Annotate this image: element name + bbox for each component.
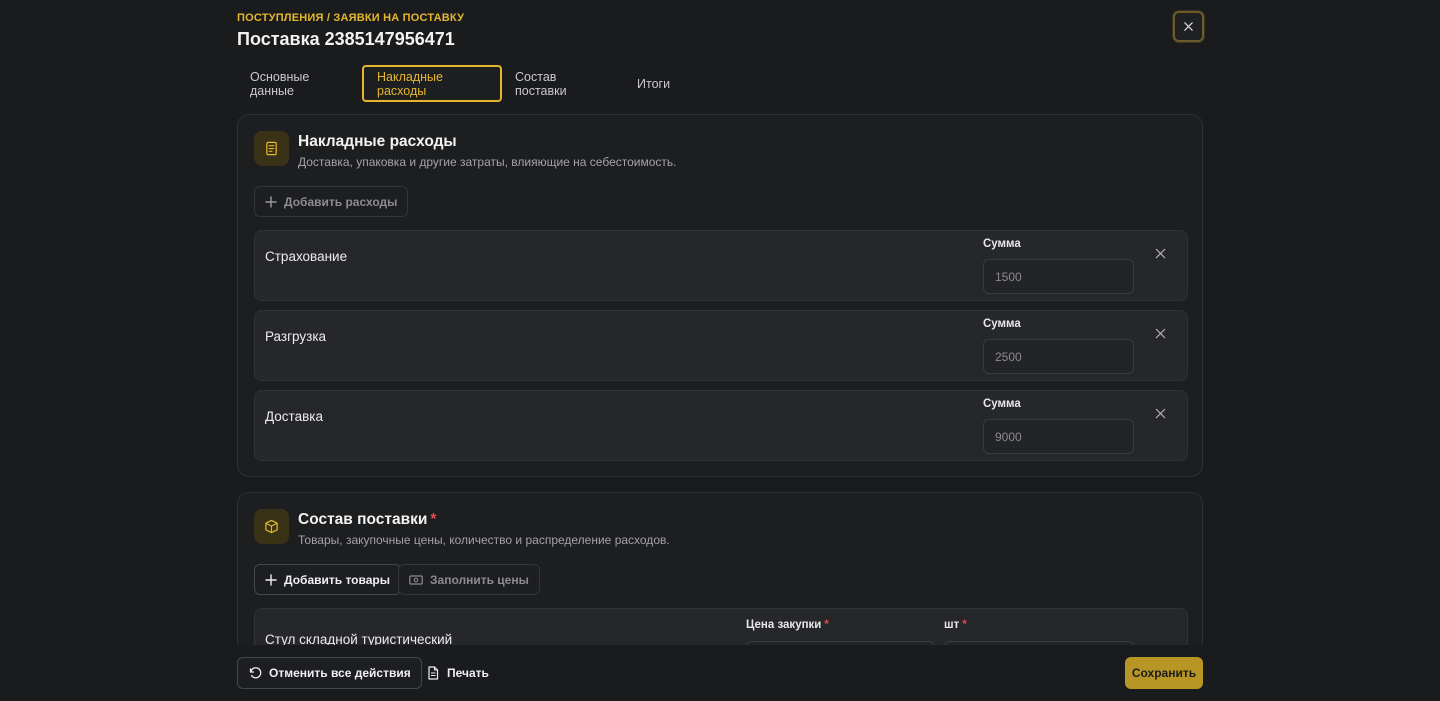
- sum-input[interactable]: 2500: [983, 339, 1134, 374]
- receipt-icon: [254, 131, 289, 166]
- footer-bar: Отменить все действия Печать Сохранить: [0, 645, 1440, 701]
- save-button[interactable]: Сохранить: [1125, 657, 1203, 689]
- tab-main-data[interactable]: Основные данные: [237, 65, 362, 102]
- close-icon: [1184, 22, 1193, 31]
- fill-prices-label: Заполнить цены: [430, 572, 529, 587]
- expense-name: Страхование: [265, 249, 348, 264]
- undo-all-label: Отменить все действия: [269, 666, 411, 680]
- expense-row: Разгрузка Сумма 2500: [254, 310, 1188, 381]
- plus-icon: [265, 195, 277, 208]
- price-label: Цена закупки *: [746, 619, 829, 631]
- remove-expense-button[interactable]: [1153, 246, 1167, 260]
- sum-input[interactable]: 1500: [983, 259, 1134, 294]
- expense-name: Разгрузка: [265, 329, 327, 344]
- expense-name: Доставка: [265, 409, 323, 424]
- qty-label: шт *: [944, 619, 967, 631]
- banknote-icon: [409, 574, 423, 585]
- tab-composition[interactable]: Состав поставки: [502, 65, 624, 102]
- overhead-subtitle: Доставка, упаковка и другие затраты, вли…: [298, 155, 677, 169]
- expense-row: Доставка Сумма 9000: [254, 390, 1188, 461]
- close-icon: [1155, 328, 1165, 338]
- fill-prices-button[interactable]: Заполнить цены: [398, 564, 540, 595]
- undo-all-button[interactable]: Отменить все действия: [237, 657, 422, 689]
- add-products-label: Добавить товары: [284, 572, 390, 587]
- sum-label: Сумма: [983, 318, 1021, 330]
- document-icon: [428, 666, 439, 680]
- breadcrumb: ПОСТУПЛЕНИЯ / ЗАЯВКИ НА ПОСТАВКУ: [237, 12, 465, 24]
- composition-title: Состав поставки *: [298, 511, 437, 528]
- page-title: Поставка 2385147956471: [237, 29, 455, 49]
- undo-icon: [249, 667, 262, 679]
- tab-overhead[interactable]: Накладные расходы: [362, 65, 502, 102]
- expense-row: Страхование Сумма 1500: [254, 230, 1188, 301]
- remove-expense-button[interactable]: [1153, 326, 1167, 340]
- plus-icon: [265, 573, 277, 586]
- overhead-title: Накладные расходы: [298, 133, 457, 150]
- close-icon: [1155, 248, 1165, 258]
- add-expense-button[interactable]: Добавить расходы: [254, 186, 409, 217]
- close-button[interactable]: [1173, 11, 1204, 42]
- composition-subtitle: Товары, закупочные цены, количество и ра…: [298, 533, 670, 547]
- sum-label: Сумма: [983, 238, 1021, 250]
- overhead-card: Накладные расходы Доставка, упаковка и д…: [237, 114, 1203, 477]
- print-label: Печать: [447, 666, 489, 680]
- remove-expense-button[interactable]: [1153, 406, 1167, 420]
- tab-totals[interactable]: Итоги: [624, 65, 684, 102]
- tab-bar: Основные данные Накладные расходы Состав…: [237, 65, 684, 102]
- sum-label: Сумма: [983, 398, 1021, 410]
- package-icon: [254, 509, 289, 544]
- add-products-button[interactable]: Добавить товары: [254, 564, 401, 595]
- add-expense-label: Добавить расходы: [284, 194, 398, 209]
- print-button[interactable]: Печать: [424, 657, 491, 689]
- close-icon: [1155, 408, 1165, 418]
- sum-input[interactable]: 9000: [983, 419, 1134, 454]
